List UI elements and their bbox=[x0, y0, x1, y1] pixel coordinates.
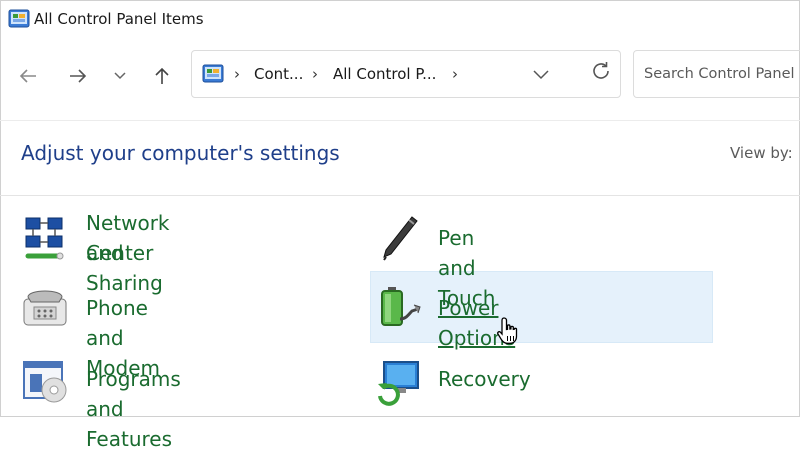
up-button[interactable] bbox=[146, 60, 178, 92]
battery-icon bbox=[374, 283, 422, 335]
recent-locations-button[interactable] bbox=[104, 60, 136, 92]
refresh-icon bbox=[593, 62, 609, 79]
breadcrumb-separator[interactable]: › bbox=[452, 65, 458, 83]
view-by-label: View by: bbox=[730, 144, 793, 162]
title-bar: All Control Panel Items bbox=[0, 0, 800, 40]
arrow-up-icon bbox=[155, 67, 169, 84]
pen-icon bbox=[376, 214, 420, 268]
item-label[interactable]: Center bbox=[86, 238, 153, 268]
arrow-left-icon bbox=[19, 69, 36, 83]
phone-icon bbox=[20, 285, 70, 333]
breadcrumb-item[interactable]: Cont... bbox=[254, 65, 303, 83]
breadcrumb-separator[interactable]: › bbox=[312, 65, 318, 83]
forward-button[interactable] bbox=[62, 60, 94, 92]
breadcrumb-separator[interactable]: › bbox=[234, 65, 240, 83]
arrow-right-icon bbox=[70, 69, 87, 83]
control-panel-icon bbox=[8, 9, 30, 33]
page-heading: Adjust your computer's settings bbox=[21, 141, 340, 165]
refresh-button[interactable] bbox=[590, 60, 612, 86]
network-icon bbox=[20, 212, 70, 266]
breadcrumb-item[interactable]: All Control P... bbox=[333, 65, 436, 83]
chevron-down-icon bbox=[533, 70, 549, 80]
item-label[interactable]: Programs and Features bbox=[86, 364, 181, 454]
hand-cursor-icon bbox=[497, 316, 521, 352]
address-bar[interactable]: › Cont... › All Control P... › bbox=[191, 50, 621, 98]
control-panel-icon bbox=[202, 64, 224, 88]
recovery-icon bbox=[374, 358, 422, 410]
toolbar-divider bbox=[0, 120, 800, 121]
chevron-down-icon bbox=[114, 72, 126, 80]
programs-icon bbox=[20, 356, 70, 408]
content-divider bbox=[0, 195, 800, 196]
back-button[interactable] bbox=[12, 60, 44, 92]
address-dropdown-button[interactable] bbox=[532, 63, 550, 89]
window-title: All Control Panel Items bbox=[34, 10, 204, 28]
search-box[interactable]: Search Control Panel bbox=[633, 50, 800, 98]
item-label[interactable]: Recovery bbox=[438, 364, 531, 394]
search-input[interactable]: Search Control Panel bbox=[644, 66, 795, 82]
